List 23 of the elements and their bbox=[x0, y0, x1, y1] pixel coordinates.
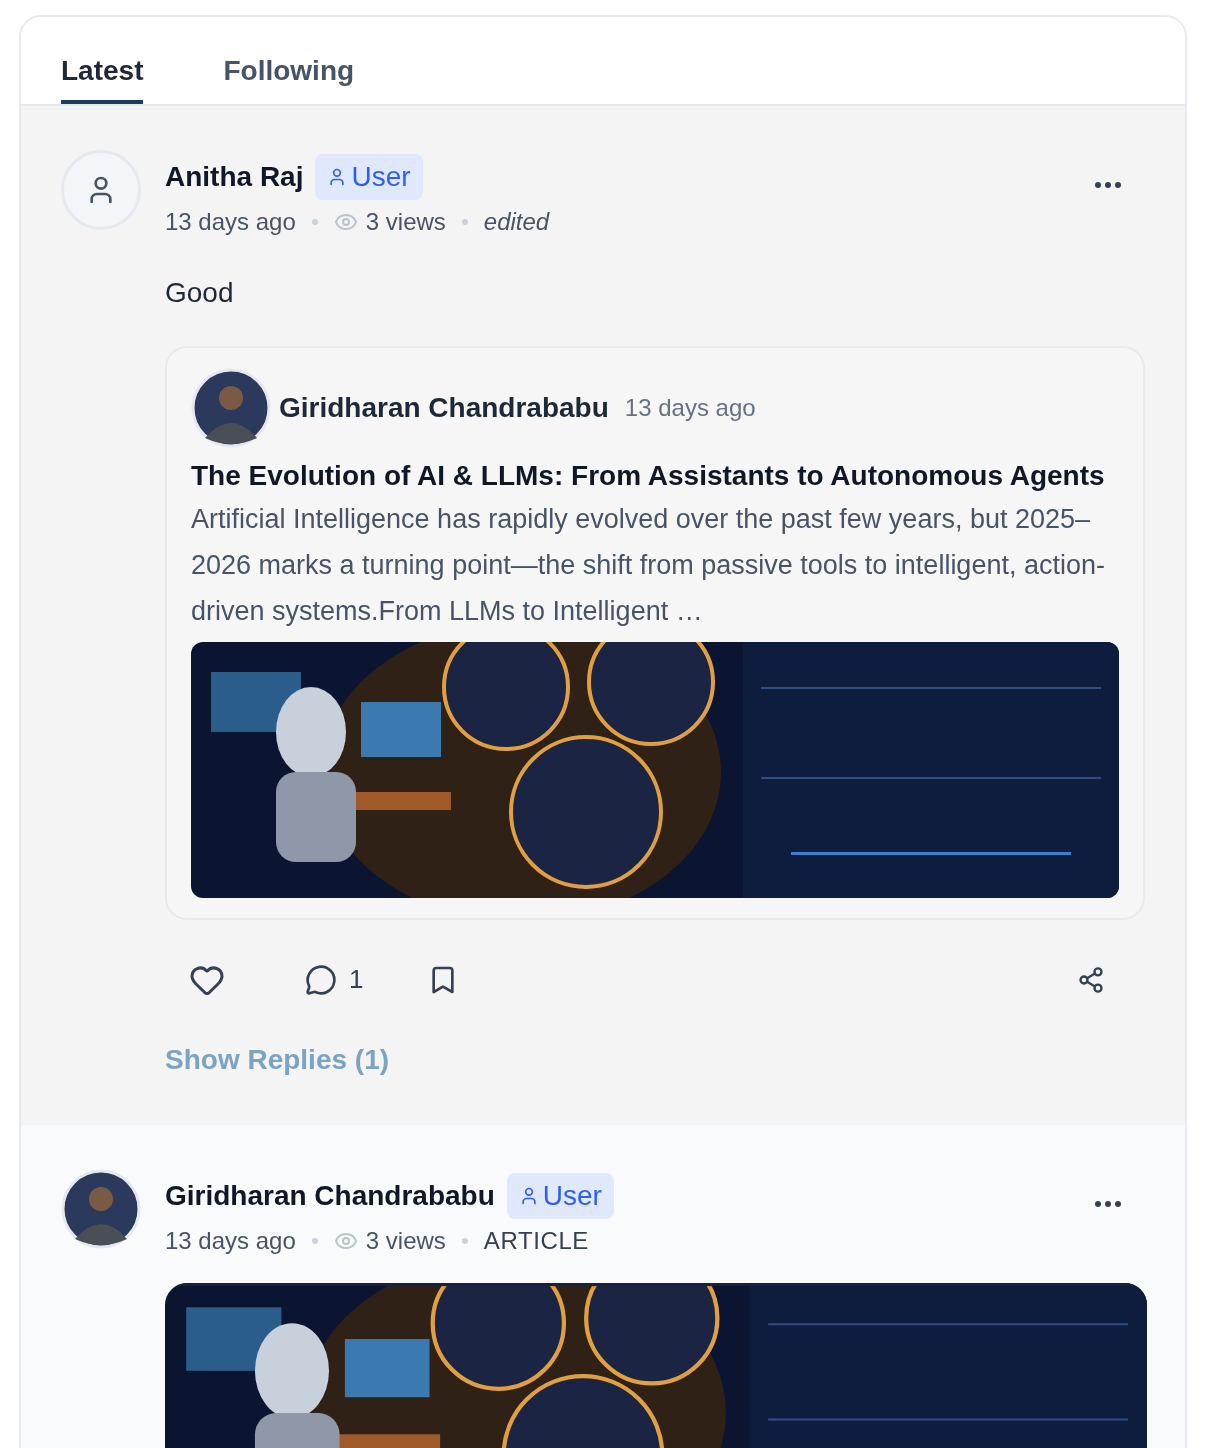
shared-post-card[interactable] bbox=[165, 346, 1145, 920]
view-count: 3 views bbox=[365, 1226, 446, 1256]
article-excerpt: Artificial Intelligence has rapidly evolved over the past few years, but 2025–2026 marks a turning point—the shift from passive tools to intelligent, action-driven systems.From LLMs to Intelligent … bbox=[191, 503, 1106, 628]
comment-icon bbox=[305, 963, 337, 996]
more-icon bbox=[1095, 182, 1121, 188]
role-badge: User bbox=[506, 1173, 614, 1219]
post-time: 13 days ago bbox=[165, 207, 296, 237]
share-icon bbox=[1077, 965, 1105, 994]
post-time: 13 days ago bbox=[624, 393, 756, 423]
feed-tab[interactable]: Following bbox=[223, 17, 355, 104]
more-icon bbox=[1095, 1201, 1121, 1207]
share-button[interactable] bbox=[1077, 965, 1105, 994]
author-name[interactable]: Giridharan Chandrababu bbox=[279, 387, 609, 429]
article-title[interactable]: The Evolution of AI & LLMs: From Assistants to Autonomous Agents bbox=[191, 456, 1119, 496]
comment-button[interactable]: 1 bbox=[305, 960, 364, 999]
post-time: 13 days ago bbox=[165, 1226, 296, 1256]
edited-label: edited bbox=[483, 207, 550, 237]
author-name[interactable]: Giridharan Chandrababu bbox=[165, 1175, 495, 1217]
post-category: ARTICLE bbox=[483, 1226, 589, 1256]
author-name[interactable]: Anitha Raj bbox=[165, 156, 304, 198]
role-badge: User bbox=[315, 154, 423, 200]
view-count: 3 views bbox=[365, 207, 446, 237]
post-text: Good bbox=[165, 276, 235, 310]
